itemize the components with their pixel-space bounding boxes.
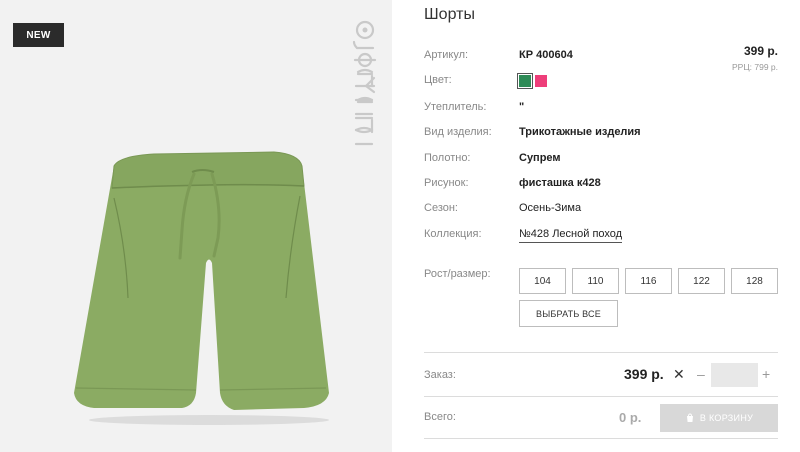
rrp-price: РРЦ: 799 р. [732,62,778,72]
product-type-label: Вид изделия: [424,126,492,138]
cart-icon [686,413,693,422]
article-label: Артикул: [424,49,469,61]
decrease-quantity-button[interactable]: – [697,366,705,382]
select-all-sizes-button[interactable]: ВЫБРАТЬ ВСЕ [519,300,618,327]
insulation-label: Утеплитель: [424,101,487,113]
size-label: Рост/размер: [424,268,491,280]
total-label: Всего: [424,411,456,423]
product-image-panel: NEW [0,0,392,452]
price: 399 р. [743,44,778,58]
fabric-value: Супрем [519,152,561,164]
brand-logo [352,20,377,146]
shorts-image [74,151,329,425]
color-swatch-green[interactable] [517,73,533,89]
divider [424,438,778,439]
size-128-button[interactable]: 128 [731,268,778,294]
new-badge: NEW [13,23,64,47]
add-to-cart-label: В КОРЗИНУ [699,413,754,423]
season-value: Осень-Зима [519,202,582,214]
insulation-value: " [519,101,525,113]
quantity-input[interactable] [711,363,758,387]
print-label: Рисунок: [424,177,469,189]
order-price: 399 р. [624,366,664,382]
product-title: Шорты [424,6,475,23]
size-116-button[interactable]: 116 [625,268,672,294]
order-label: Заказ: [424,369,456,381]
color-swatch-pink[interactable] [535,75,547,87]
size-122-button[interactable]: 122 [678,268,725,294]
print-value: фисташка к428 [519,177,601,189]
times-icon: ✕ [673,366,685,382]
divider [424,396,778,397]
size-110-button[interactable]: 110 [572,268,619,294]
size-104-button[interactable]: 104 [519,268,566,294]
color-label: Цвет: [424,74,452,86]
season-label: Сезон: [424,202,458,214]
article-value: КР 400604 [519,49,573,61]
divider [424,352,778,353]
increase-quantity-button[interactable]: + [762,366,770,382]
add-to-cart-button[interactable]: В КОРЗИНУ [660,404,778,432]
product-type-value: Трикотажные изделия [519,126,641,138]
total-price: 0 р. [619,410,642,425]
fabric-label: Полотно: [424,152,471,164]
collection-label: Коллекция: [424,228,482,240]
collection-link[interactable]: №428 Лесной поход [519,228,623,243]
